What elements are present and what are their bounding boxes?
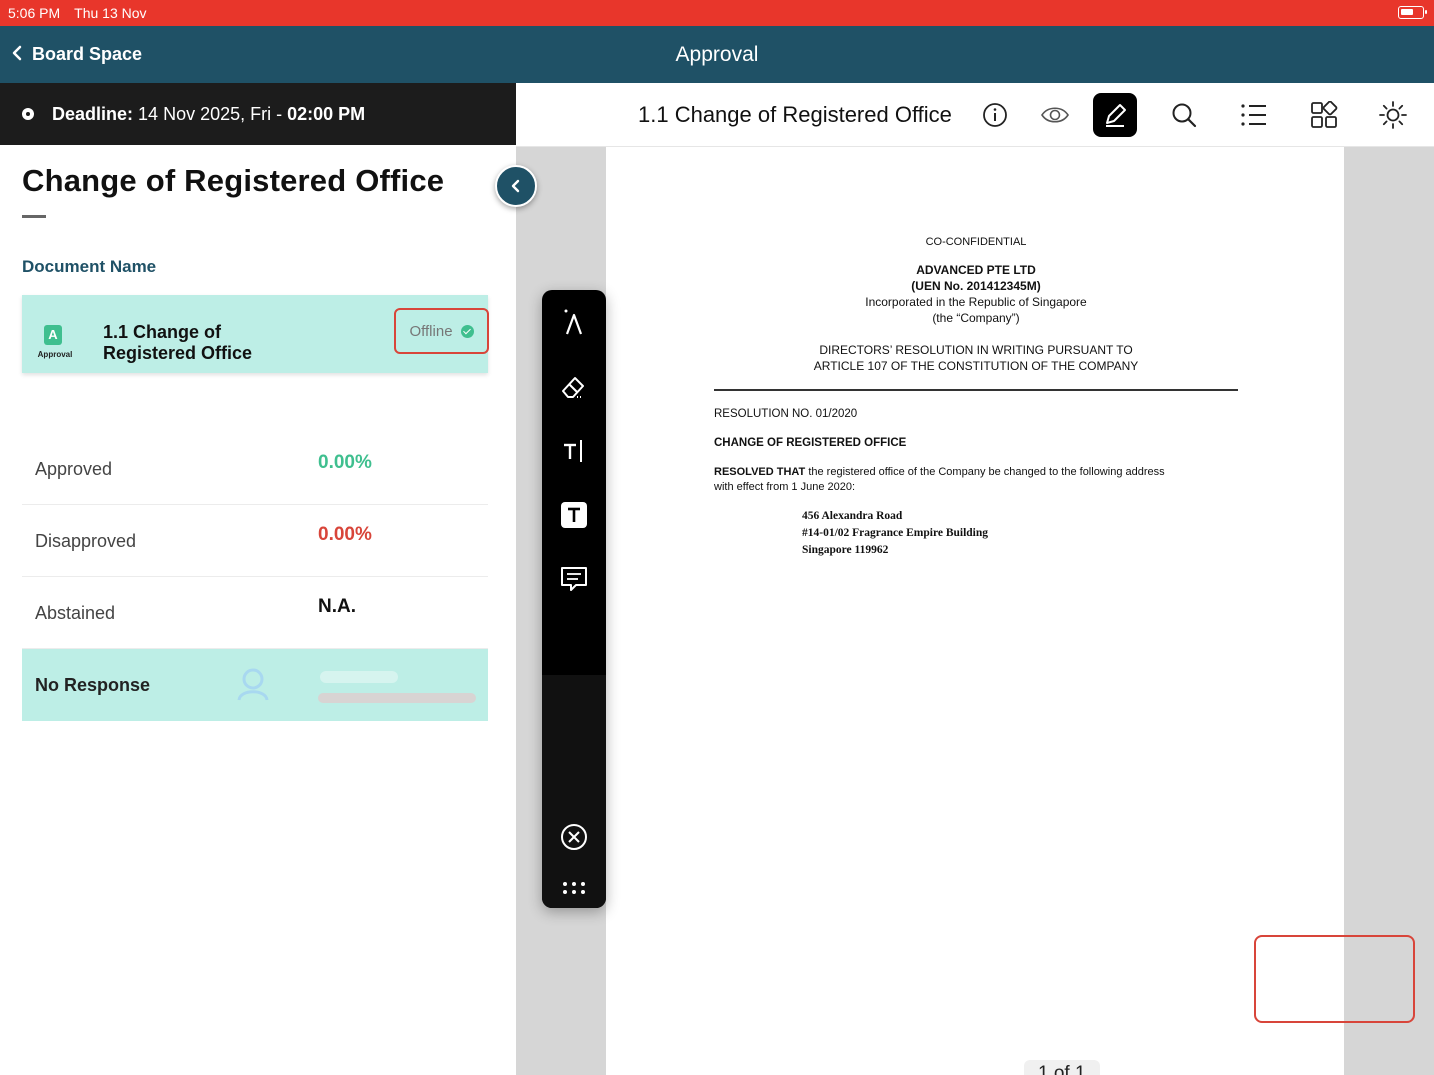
info-icon[interactable] (973, 93, 1017, 137)
heading-divider (22, 215, 46, 218)
document-toolbar: 1.1 Change of Registered Office (516, 83, 1434, 147)
search-icon[interactable] (1162, 93, 1206, 137)
clock-dot-icon (22, 108, 34, 120)
stat-row-abstained: Abstained N.A. (22, 577, 488, 649)
offline-status-badge[interactable]: Offline (394, 308, 489, 354)
list-icon[interactable] (1232, 93, 1276, 137)
doc-resolved-text: the registered office of the Company be … (805, 466, 1165, 478)
blurred-count (320, 671, 398, 683)
stat-row-disapproved: Disapproved 0.00% (22, 505, 488, 577)
deadline-time: 02:00 PM (287, 103, 366, 124)
document-card-name: 1.1 Change of Registered Office (103, 322, 253, 363)
doc-subject: CHANGE OF REGISTERED OFFICE (714, 437, 907, 449)
stat-label: Abstained (35, 603, 116, 623)
collapse-panel-button[interactable] (495, 165, 537, 207)
no-response-row[interactable]: No Response (22, 649, 488, 721)
stat-value: 0.00% (318, 452, 372, 473)
deadline-label: Deadline: (52, 103, 134, 124)
doc-resolved-lead: RESOLVED THAT (714, 466, 806, 478)
deadline-bar: Deadline: 14 Nov 2025, Fri - 02:00 PM (0, 83, 516, 145)
grid-icon[interactable] (1302, 93, 1346, 137)
document-card[interactable]: A Approval 1.1 Change of Registered Offi… (22, 295, 489, 373)
page-title: Approval (675, 43, 759, 66)
more-dots-icon[interactable] (554, 868, 594, 908)
eye-icon[interactable] (1033, 93, 1077, 137)
stat-value: N.A. (318, 596, 356, 617)
offline-status-text: Offline (409, 322, 453, 340)
status-time: 5:06 PM (8, 5, 61, 21)
pen-tool-icon[interactable] (554, 302, 594, 342)
doc-address-line-3: Singapore 119962 (802, 544, 889, 556)
nav-bar: Board Space Approval (0, 26, 1434, 83)
brightness-icon[interactable] (1371, 93, 1415, 137)
item-heading: Change of Registered Office (22, 163, 445, 198)
eraser-icon[interactable] (554, 367, 594, 407)
approval-document-icon: A (44, 325, 62, 345)
document-name-label: Document Name (22, 257, 157, 276)
document-title: 1.1 Change of Registered Office (638, 102, 952, 127)
close-circle-icon[interactable] (554, 817, 594, 857)
deadline-date: 14 Nov 2025, Fri - (138, 103, 283, 124)
battery-icon (1398, 6, 1427, 19)
approval-icon-label: Approval (37, 350, 73, 359)
no-response-label: No Response (35, 675, 151, 695)
doc-company: ADVANCED PTE LTD (916, 263, 1036, 277)
doc-resolution-title-1: DIRECTORS’ RESOLUTION IN WRITING PURSUAN… (819, 343, 1133, 357)
back-button[interactable]: Board Space (12, 26, 142, 83)
back-button-label: Board Space (32, 44, 143, 64)
chevron-left-icon (12, 45, 22, 65)
comment-icon[interactable] (554, 559, 594, 599)
doc-resolution-title-2: ARTICLE 107 OF THE CONSTITUTION OF THE C… (813, 359, 1139, 373)
doc-resolved-line-1: RESOLVED THAT the registered office of t… (714, 465, 1238, 480)
stat-label: Approved (35, 459, 113, 479)
page-counter: 1 of 1 (1024, 1060, 1100, 1075)
doc-confidential: CO-CONFIDENTIAL (925, 236, 1027, 248)
doc-uen: (UEN No. 201412345M) (911, 279, 1041, 293)
document-page: CO-CONFIDENTIAL ADVANCED PTE LTD (UEN No… (606, 147, 1344, 1075)
pen-icon[interactable] (1093, 93, 1137, 137)
doc-address-line-2: #14-01/02 Fragrance Empire Building (802, 527, 989, 539)
item-details-panel: Change of Registered Office Document Nam… (0, 145, 516, 1075)
avatar-icon (234, 665, 272, 703)
stat-label: Disapproved (35, 531, 137, 551)
doc-resolved-line-2: with effect from 1 June 2020: (714, 481, 856, 493)
doc-address-line-1: 456 Alexandra Road (802, 510, 903, 522)
status-bar: 5:06 PM Thu 13 Nov (0, 0, 1434, 26)
doc-divider (714, 389, 1238, 391)
text-box-icon[interactable] (554, 495, 594, 535)
annotation-toolbar (542, 290, 606, 908)
status-date: Thu 13 Nov (74, 5, 147, 21)
stat-row-approved: Approved 0.00% (22, 433, 488, 505)
text-cursor-icon[interactable] (554, 431, 594, 471)
doc-resolution-no: RESOLUTION NO. 01/2020 (714, 408, 858, 420)
stat-value: 0.00% (318, 524, 372, 545)
doc-company-alias: (the “Company”) (932, 311, 1020, 325)
highlight-outline (1254, 935, 1415, 1023)
doc-incorporated: Incorporated in the Republic of Singapor… (865, 295, 1087, 309)
check-circle-icon (460, 324, 474, 338)
blurred-progress-bar (318, 693, 476, 703)
